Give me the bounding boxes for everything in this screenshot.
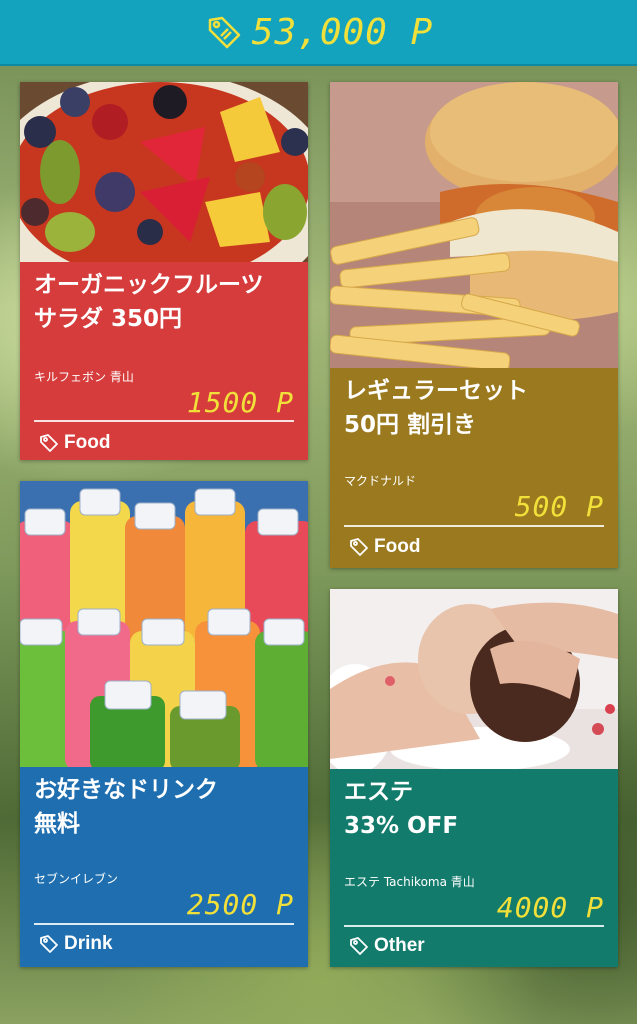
shop-name: キルフェボン 青山 (34, 370, 134, 384)
price-points: 1500 P (186, 386, 294, 419)
coupon-panel: エステ 33% OFF エステ Tachikoma 青山 4000 P Othe… (330, 769, 618, 967)
fruit-salad-photo (20, 82, 308, 262)
category-label: Food (38, 432, 110, 454)
price-points: 2500 P (186, 888, 294, 921)
coupon-card-fruit-salad[interactable]: オーガニックフルーツ サラダ 350円 キルフェボン 青山 1500 P Foo… (20, 82, 308, 460)
points-header: 53,000 P (0, 0, 637, 66)
coupon-title: お好きなドリンク 無料 (34, 777, 218, 837)
divider (34, 420, 294, 422)
category-text: Food (64, 432, 111, 453)
shop-name: セブンイレブン (34, 872, 119, 886)
category-text: Drink (64, 933, 113, 954)
divider (344, 525, 604, 527)
burger-fries-photo (330, 82, 618, 368)
coupon-title: レギュラーセット 50円 割引き (344, 378, 528, 438)
price-tag-icon (208, 16, 241, 49)
category-text: Other (374, 935, 425, 956)
divider (34, 923, 294, 925)
shop-name: エステ Tachikoma 青山 (344, 875, 475, 889)
points-balance: 53,000 P (251, 11, 434, 53)
divider (344, 925, 604, 927)
coupon-card-free-drink[interactable]: お好きなドリンク 無料 セブンイレブン 2500 P Drink (20, 481, 308, 967)
coupon-panel: お好きなドリンク 無料 セブンイレブン 2500 P Drink (20, 767, 308, 967)
price-tag-icon (40, 434, 58, 452)
category-text: Food (374, 536, 421, 557)
price-tag-icon (350, 937, 368, 955)
price-points: 4000 P (496, 891, 604, 924)
coupon-panel: レギュラーセット 50円 割引き マクドナルド 500 P Food (330, 368, 618, 568)
coupon-card-esthetic[interactable]: エステ 33% OFF エステ Tachikoma 青山 4000 P Othe… (330, 589, 618, 967)
price-points: 500 P (514, 490, 604, 523)
category-label: Food (348, 536, 420, 558)
price-tag-icon (40, 935, 58, 953)
category-label: Drink (38, 933, 113, 955)
category-label: Other (348, 935, 425, 957)
coupon-title: エステ 33% OFF (344, 779, 459, 839)
drinks-photo (20, 481, 308, 767)
shop-name: マクドナルド (344, 474, 417, 488)
spa-photo (330, 589, 618, 769)
coupon-card-regular-set[interactable]: レギュラーセット 50円 割引き マクドナルド 500 P Food (330, 82, 618, 568)
coupon-title: オーガニックフルーツ サラダ 350円 (34, 272, 264, 332)
price-tag-icon (350, 538, 368, 556)
coupon-panel: オーガニックフルーツ サラダ 350円 キルフェボン 青山 1500 P Foo… (20, 262, 308, 460)
